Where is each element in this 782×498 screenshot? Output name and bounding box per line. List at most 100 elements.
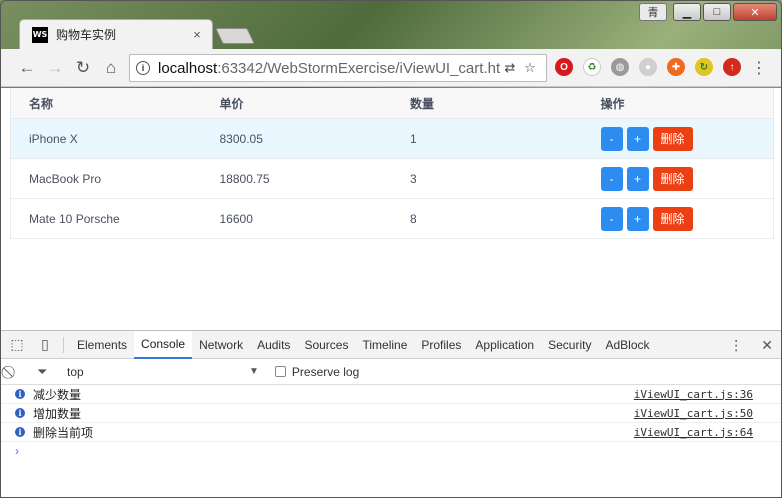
tab-timeline[interactable]: Timeline [355, 331, 414, 359]
tab-audits[interactable]: Audits [250, 331, 297, 359]
title-bar: WS 购物车实例 × 青 ▁ □ ✕ [1, 1, 781, 49]
url-host: localhost [158, 59, 218, 77]
tab-application[interactable]: Application [468, 331, 541, 359]
table-header: 名称 单价 数量 操作 [11, 88, 773, 119]
tab-security[interactable]: Security [541, 331, 598, 359]
delete-button[interactable]: 删除 [652, 166, 693, 191]
upload-extension-icon[interactable]: ↑ [723, 58, 741, 76]
browser-window: WS 购物车实例 × 青 ▁ □ ✕ ← → ↻ ⌂ i localhost:6… [0, 0, 782, 498]
more-options-icon[interactable]: ⋮ [729, 337, 743, 354]
filter-icon[interactable]: ⏷ [37, 364, 63, 380]
minimize-button[interactable]: ▁ [673, 3, 701, 21]
log-message: 删除当前项 [33, 425, 94, 440]
increase-button[interactable]: + [626, 166, 649, 191]
cell-price: 8300.05 [219, 131, 263, 146]
console-log-entry: i 减少数量 iViewUI_cart.js:36 [1, 385, 781, 404]
cell-name: iPhone X [29, 131, 78, 146]
header-actions: 操作 [600, 96, 625, 111]
log-message: 增加数量 [33, 406, 82, 421]
preserve-log-checkbox[interactable] [274, 366, 286, 377]
cart-table: 名称 单价 数量 操作 iPhone X 8300.05 1 - + 删除 Ma… [10, 88, 774, 239]
opera-extension-icon[interactable]: O [555, 58, 573, 76]
cell-name: Mate 10 Porsche [29, 211, 120, 226]
delete-button[interactable]: 删除 [652, 126, 693, 151]
info-icon: i [15, 427, 25, 437]
table-row[interactable]: iPhone X 8300.05 1 - + 删除 [11, 119, 773, 159]
console-toolbar: ⃠ ⏷ top ▼ Preserve log [1, 359, 781, 385]
window-controls: 青 ▁ □ ✕ [639, 3, 777, 21]
inspect-element-icon[interactable]: ⬚ [5, 336, 29, 353]
log-message: 减少数量 [33, 387, 82, 402]
browser-tab[interactable]: WS 购物车实例 × [19, 19, 213, 49]
tab-profiles[interactable]: Profiles [414, 331, 468, 359]
tab-adblock[interactable]: AdBlock [598, 331, 656, 359]
decrease-button[interactable]: - [600, 126, 623, 151]
page-info-icon[interactable]: i [136, 61, 150, 75]
recycle-extension-icon[interactable]: ♻ [583, 58, 601, 76]
back-arrow-icon[interactable]: ← [13, 54, 41, 82]
device-toolbar-icon[interactable]: ▯ [33, 336, 57, 353]
console-prompt[interactable]: › [1, 442, 781, 460]
lifebuoy-extension-icon[interactable]: ✚ [667, 58, 685, 76]
address-bar[interactable]: i localhost:63342/WebStormExercise/iView… [129, 54, 547, 82]
devtools-actions: ⋮ ✕ [729, 331, 773, 359]
tab-sources[interactable]: Sources [297, 331, 355, 359]
console-log-entry: i 删除当前项 iViewUI_cart.js:64 [1, 423, 781, 442]
tab-close-icon[interactable]: × [190, 27, 204, 42]
gray-extension-icon[interactable]: ● [639, 58, 657, 76]
devtools-panel: ⬚ ▯ Elements Console Network Audits Sour… [1, 330, 781, 497]
tab-elements[interactable]: Elements [70, 331, 134, 359]
url-path: :63342/WebStormExercise/iViewUI_cart.ht [217, 59, 500, 77]
chevron-down-icon[interactable]: ▼ [249, 366, 259, 377]
delete-button[interactable]: 删除 [652, 206, 693, 231]
browser-menu-icon[interactable]: ⋮ [751, 58, 767, 78]
webstorm-favicon-icon: WS [32, 26, 48, 43]
bookmark-star-icon[interactable]: ☆ [520, 60, 540, 76]
clear-console-icon[interactable]: ⃠ [11, 364, 37, 380]
home-icon[interactable]: ⌂ [97, 54, 125, 82]
decrease-button[interactable]: - [600, 166, 623, 191]
tab-title: 购物车实例 [56, 28, 117, 42]
devtools-tabbar: ⬚ ▯ Elements Console Network Audits Sour… [1, 330, 781, 359]
sync-extension-icon[interactable]: ↻ [695, 58, 713, 76]
cell-price: 18800.75 [219, 171, 270, 186]
table-row[interactable]: MacBook Pro 18800.75 3 - + 删除 [11, 159, 773, 199]
page-content: 名称 单价 数量 操作 iPhone X 8300.05 1 - + 删除 Ma… [1, 88, 781, 330]
header-name: 名称 [29, 96, 54, 111]
translate-icon[interactable]: ⇄ [500, 60, 520, 76]
console-log-entry: i 增加数量 iViewUI_cart.js:50 [1, 404, 781, 423]
cell-actions: - + 删除 [583, 206, 774, 231]
info-icon: i [15, 389, 25, 399]
cell-actions: - + 删除 [583, 166, 774, 191]
new-tab-button[interactable] [215, 28, 255, 44]
log-source-link[interactable]: iViewUI_cart.js:36 [634, 388, 753, 401]
profile-button[interactable]: 青 [639, 3, 667, 21]
close-devtools-icon[interactable]: ✕ [761, 337, 773, 354]
header-quantity: 数量 [410, 96, 435, 111]
browser-toolbar: ← → ↻ ⌂ i localhost:63342/WebStormExerci… [1, 49, 781, 87]
cell-actions: - + 删除 [583, 126, 774, 151]
context-selector[interactable]: top [63, 365, 243, 379]
cell-quantity: 1 [410, 131, 417, 146]
cell-price: 16600 [219, 211, 253, 226]
log-source-link[interactable]: iViewUI_cart.js:50 [634, 407, 753, 420]
forward-arrow-icon[interactable]: → [41, 54, 69, 82]
increase-button[interactable]: + [626, 126, 649, 151]
decrease-button[interactable]: - [600, 206, 623, 231]
maximize-button[interactable]: □ [703, 3, 731, 21]
tab-console[interactable]: Console [134, 330, 193, 359]
table-row[interactable]: Mate 10 Porsche 16600 8 - + 删除 [11, 199, 773, 239]
extensions-area: O ♻ ◍ ● ✚ ↻ ↑ ⋮ [555, 58, 767, 78]
increase-button[interactable]: + [626, 206, 649, 231]
tab-network[interactable]: Network [192, 331, 250, 359]
url-text[interactable]: localhost:63342/WebStormExercise/iViewUI… [158, 60, 500, 77]
divider [63, 336, 64, 353]
globe-extension-icon[interactable]: ◍ [611, 58, 629, 76]
header-price: 单价 [219, 96, 244, 111]
close-window-button[interactable]: ✕ [733, 3, 777, 21]
log-source-link[interactable]: iViewUI_cart.js:64 [634, 426, 753, 439]
cell-name: MacBook Pro [29, 171, 102, 186]
reload-icon[interactable]: ↻ [69, 54, 97, 82]
info-icon: i [15, 408, 25, 418]
cell-quantity: 8 [410, 211, 417, 226]
